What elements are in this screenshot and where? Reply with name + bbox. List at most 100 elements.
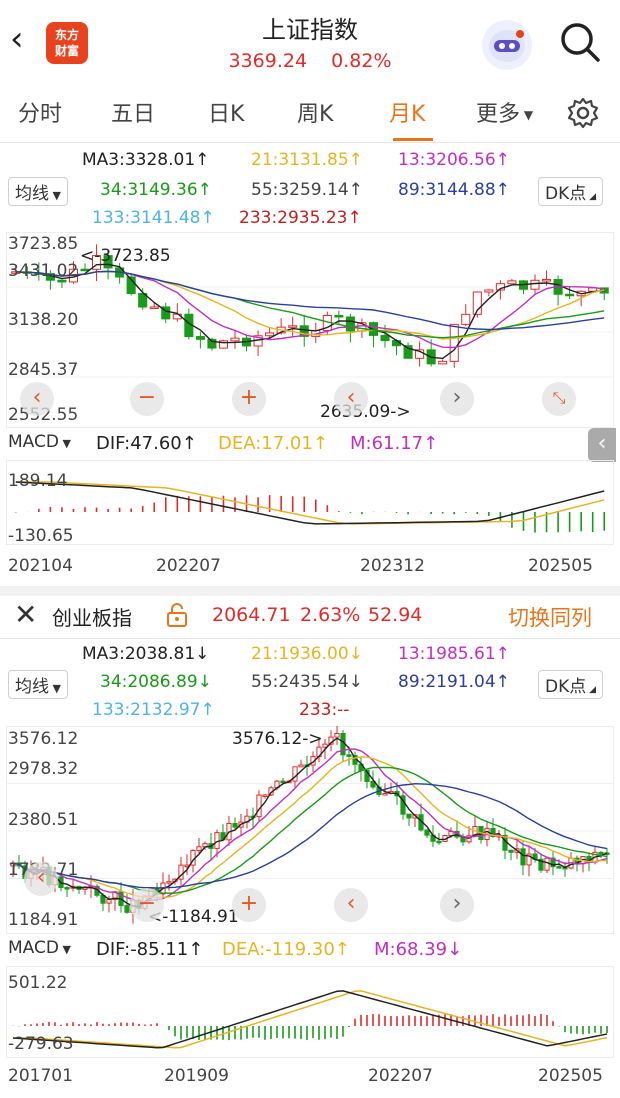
header-price: 3369.24 [228,50,308,72]
scroll-right-icon[interactable]: › [440,382,474,416]
candle-body [292,766,298,782]
tab-more[interactable]: 更多 ▼ [476,96,533,128]
candle-body [334,314,344,318]
tab-five-day[interactable]: 五日 [111,96,155,128]
switch-column-button[interactable]: 切换同列 [508,602,592,632]
p2-ma21: 21:1936.00↓ [251,644,363,664]
dropdown-arrow-icon: ▼ [520,108,534,122]
ma13-line [12,748,608,903]
p2-date-3: 202505 [538,1066,603,1086]
p2-macd-chart[interactable] [6,966,614,1058]
p2-macd-label: MACD [8,938,59,958]
candle-body [64,887,70,890]
p1-macd-tick-0: 189.14 [8,471,68,491]
active-tab-indicator [393,138,433,141]
p2-ma89: 89:2191.04↑ [398,672,510,692]
candle-body [230,337,240,342]
p2-zoom-in-icon[interactable]: + [232,888,266,922]
candle-body [256,794,262,818]
p1-ma89: 89:3144.88↑ [398,180,510,200]
p2-dk-select[interactable]: DK点 ◢ [538,670,604,699]
p2-kline-chart[interactable] [6,726,614,934]
candle-body [424,829,430,836]
top-header: ‹ 东方 财富 上证指数 3369.24 0.82% [0,0,620,90]
p2-zoom-out-icon[interactable]: − [130,888,164,922]
p2-name: 创业板指 [52,606,132,630]
p1-macd-tick-1: -130.65 [8,526,74,546]
p2-macd-tick-1: -279.63 [8,1034,74,1054]
lock-icon[interactable] [166,602,188,632]
p1-dea: DEA:17.01↑ [218,433,328,454]
tabs-divider [0,142,620,143]
p1-dk-select[interactable]: DK点 ◢ [538,177,604,206]
dropdown-arrow-icon: ▼ [49,189,61,202]
tab-daily-k[interactable]: 日K [208,96,244,128]
zoom-out-icon[interactable]: − [130,382,164,416]
close-compare-icon[interactable]: ✕ [14,598,37,631]
candle-body [124,905,130,913]
p1-date-1: 202207 [156,556,221,576]
candle-body [195,336,205,340]
scroll-left-icon[interactable]: ‹ [334,382,368,416]
tab-intraday[interactable]: 分时 [18,96,62,128]
p1-ma21: 21:3131.85↑ [251,150,363,170]
ma89-line [15,270,605,331]
settings-gear-icon[interactable] [566,96,600,134]
candle-body [262,794,268,797]
tab-monthly-k[interactable]: 月K [389,96,425,128]
zoom-out-left-icon[interactable]: ‹ [20,382,54,416]
p1-dif: DIF:47.60↑ [96,433,197,454]
tab-weekly-k[interactable]: 周K [297,96,333,128]
p1-ma34: 34:3149.36↑ [100,180,212,200]
ma21-line [12,756,607,899]
p1-ma3: MA3:3328.01↑ [82,150,210,170]
p2-scroll-left-far-icon[interactable]: ‹ [24,862,58,896]
p2-indicator-select[interactable]: 均线 ▼ [8,670,68,699]
p2-y-tick-2: 2380.51 [8,810,79,830]
p2-scroll-right-icon[interactable]: › [440,888,474,922]
p2-macd-tick-0: 501.22 [8,973,68,993]
candle-body [542,279,552,282]
candle-body [530,279,540,290]
p2-ma233: 233:-- [299,700,350,720]
p1-dk-label: DK点 [545,184,587,204]
p2-price: 2064.71 [212,604,291,626]
p2-macd-select[interactable]: MACD ▼ [8,938,71,958]
candle-body [565,293,575,297]
bar2-divider [0,638,620,639]
dropdown-arrow-icon: ▼ [58,437,71,450]
dropdown-corner-icon: ◢ [586,685,597,695]
candle-body [106,899,112,904]
p1-indicator-label: 均线 [15,184,49,204]
p1-indicator-select[interactable]: 均线 ▼ [8,177,68,206]
p2-dif: DIF:-85.11↑ [96,939,204,960]
header-change-pct: 0.82% [331,50,392,72]
dropdown-corner-icon: ◢ [586,192,597,202]
p1-macd-select[interactable]: MACD ▼ [8,432,71,452]
zoom-in-icon[interactable]: + [232,382,266,416]
p1-date-3: 202505 [528,556,593,576]
robot-assistant-icon[interactable] [482,20,532,70]
compare-index-bar: ✕ 创业板指 2064.71 2.63% 52.94 切换同列 [0,596,620,638]
p2-change: 52.94 [368,604,423,626]
p2-dea: DEA:-119.30↑ [222,939,350,960]
search-icon[interactable] [558,20,602,68]
dropdown-arrow-icon: ▼ [49,682,61,695]
candle-body [382,793,388,796]
p2-date-0: 201701 [8,1066,73,1086]
candle-body [436,840,442,844]
p1-macd-chart[interactable] [6,460,614,545]
p1-ma13: 13:3206.56↑ [398,150,510,170]
fullscreen-icon[interactable]: ⤡ [542,382,576,416]
p1-high-arrow: <- [80,246,101,266]
p2-scroll-left-icon[interactable]: ‹ [334,888,368,922]
candle-body [556,866,562,869]
candle-body [507,280,517,285]
p2-indicator-label: 均线 [15,677,49,697]
side-panel-toggle-icon[interactable]: ‹ [588,428,616,462]
p1-date-0: 202104 [8,556,73,576]
p1-high-label: <-3723.85 [80,246,171,266]
candle-body [149,306,159,309]
p1-y-tick-1: 3431.02 [8,261,79,281]
p2-m: M:68.39↓ [374,939,463,960]
